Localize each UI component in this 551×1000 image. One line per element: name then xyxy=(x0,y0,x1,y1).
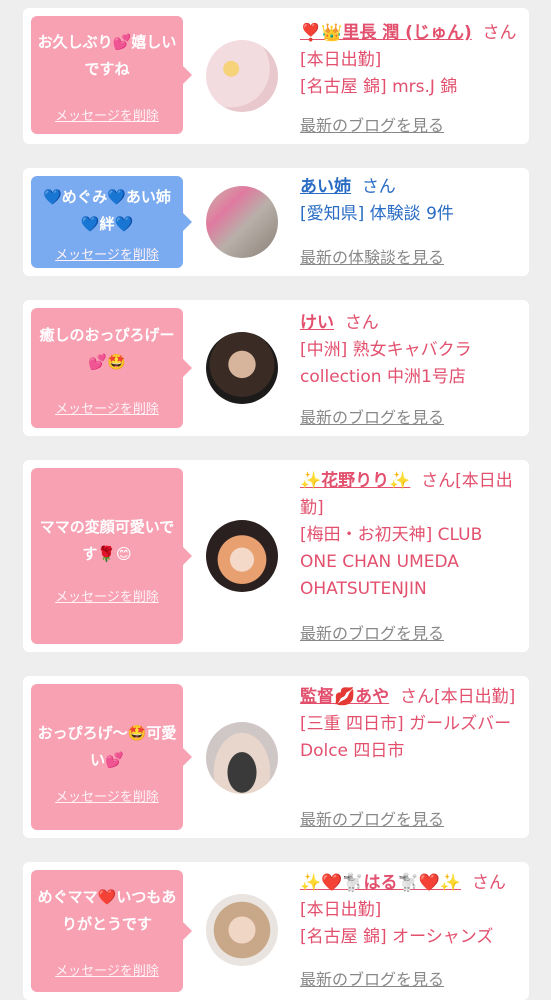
message-text: おっぴろげ～🤩可愛い💕 xyxy=(37,724,177,769)
message-card: お久しぶり💕嬉しいですね メッセージを削除 ❣️👑里長 潤 (じゅん) さん [… xyxy=(23,8,529,144)
profile-name-link[interactable]: けい xyxy=(300,313,334,333)
profile-info: あい姉 さん [愛知県] 体験談 9件 xyxy=(300,174,517,228)
shop-location: [名古屋 錦] mrs.J 錦 xyxy=(300,77,458,97)
message-card: めぐママ❤️いつもありがとうです メッセージを削除 ✨❤️🐩はる🐩❤️✨ さん [… xyxy=(23,862,529,1000)
shop-location: [三重 四日市] ガールズバー Dolce 四日市 xyxy=(300,714,512,761)
profile-info: ✨花野りり✨ さん[本日出勤] [梅田・お初天神] CLUB ONE CHAN … xyxy=(300,468,517,603)
delete-message-link[interactable]: メッセージを削除 xyxy=(31,398,183,417)
avatar[interactable] xyxy=(206,40,278,112)
message-bubble: 癒しのおっぴろげー💕🤩 メッセージを削除 xyxy=(31,308,192,428)
avatar[interactable] xyxy=(206,894,278,966)
message-card: 癒しのおっぴろげー💕🤩 メッセージを削除 けい さん [中洲] 熟女キャバクラ … xyxy=(23,300,529,436)
work-status: [本日出勤] xyxy=(433,687,516,707)
avatar[interactable] xyxy=(206,332,278,404)
message-text: めぐママ❤️いつもありがとうです xyxy=(37,888,177,933)
message-card: 💙めぐみ💙あい姉💙絆💙 メッセージを削除 あい姉 さん [愛知県] 体験談 9件… xyxy=(23,168,529,276)
delete-message-link[interactable]: メッセージを削除 xyxy=(31,586,183,605)
avatar[interactable] xyxy=(206,186,278,258)
latest-blog-link[interactable]: 最新のブログを見る xyxy=(300,620,444,644)
location-and-review-count: [愛知県] 体験談 9件 xyxy=(300,204,454,224)
latest-blog-link[interactable]: 最新のブログを見る xyxy=(300,404,444,428)
delete-message-link[interactable]: メッセージを削除 xyxy=(31,786,183,805)
honorific: さん xyxy=(471,873,506,893)
profile-info: けい さん [中洲] 熟女キャバクラ collection 中洲1号店 xyxy=(300,310,517,391)
delete-message-link[interactable]: メッセージを削除 xyxy=(31,244,183,263)
profile-name-link[interactable]: ✨❤️🐩はる🐩❤️✨ xyxy=(300,873,461,893)
message-text: お久しぶり💕嬉しいですね xyxy=(37,33,177,78)
profile-name-link[interactable]: あい姉 xyxy=(300,177,351,197)
message-bubble: めぐママ❤️いつもありがとうです メッセージを削除 xyxy=(31,870,192,992)
message-bubble: おっぴろげ～🤩可愛い💕 メッセージを削除 xyxy=(31,684,192,830)
latest-blog-link[interactable]: 最新のブログを見る xyxy=(300,806,444,830)
message-text: 💙めぐみ💙あい姉💙絆💙 xyxy=(43,188,171,233)
shop-location: [名古屋 錦] オーシャンズ xyxy=(300,927,494,947)
avatar[interactable] xyxy=(206,722,278,794)
work-status: [本日出勤] xyxy=(300,900,382,920)
profile-info: ✨❤️🐩はる🐩❤️✨ さん [本日出勤] [名古屋 錦] オーシャンズ xyxy=(300,870,517,951)
message-card: ママの変顔可愛いです🌹😊 メッセージを削除 ✨花野りり✨ さん[本日出勤] [梅… xyxy=(23,460,529,652)
honorific: さん xyxy=(344,313,379,333)
message-bubble: お久しぶり💕嬉しいですね メッセージを削除 xyxy=(31,16,192,134)
delete-message-link[interactable]: メッセージを削除 xyxy=(31,105,183,124)
latest-blog-link[interactable]: 最新のブログを見る xyxy=(300,112,444,136)
profile-name-link[interactable]: ❣️👑里長 潤 (じゅん) xyxy=(300,23,472,43)
profile-name-link[interactable]: ✨花野りり✨ xyxy=(300,471,410,491)
honorific: さん xyxy=(361,177,396,197)
shop-location: [梅田・お初天神] CLUB ONE CHAN UMEDA OHATSUTENJ… xyxy=(300,525,483,599)
profile-name-link[interactable]: 監督💋あや xyxy=(300,687,389,707)
avatar[interactable] xyxy=(206,520,278,592)
shop-location: [中洲] 熟女キャバクラ collection 中洲1号店 xyxy=(300,340,472,387)
delete-message-link[interactable]: メッセージを削除 xyxy=(31,960,183,979)
latest-review-link[interactable]: 最新の体験談を見る xyxy=(300,244,444,268)
message-text: 癒しのおっぴろげー💕🤩 xyxy=(39,326,175,371)
latest-blog-link[interactable]: 最新のブログを見る xyxy=(300,966,444,990)
work-status: [本日出勤] xyxy=(300,50,382,70)
message-bubble: ママの変顔可愛いです🌹😊 メッセージを削除 xyxy=(31,468,192,644)
message-card: おっぴろげ～🤩可愛い💕 メッセージを削除 監督💋あや さん[本日出勤] [三重 … xyxy=(23,676,529,838)
profile-info: ❣️👑里長 潤 (じゅん) さん [本日出勤] [名古屋 錦] mrs.J 錦 xyxy=(300,20,517,101)
honorific: さん xyxy=(399,687,434,707)
profile-info: 監督💋あや さん[本日出勤] [三重 四日市] ガールズバー Dolce 四日市 xyxy=(300,684,517,765)
message-text: ママの変顔可愛いです🌹😊 xyxy=(39,518,175,563)
honorific: さん xyxy=(421,471,456,491)
message-bubble: 💙めぐみ💙あい姉💙絆💙 メッセージを削除 xyxy=(31,176,192,268)
honorific: さん xyxy=(482,23,517,43)
